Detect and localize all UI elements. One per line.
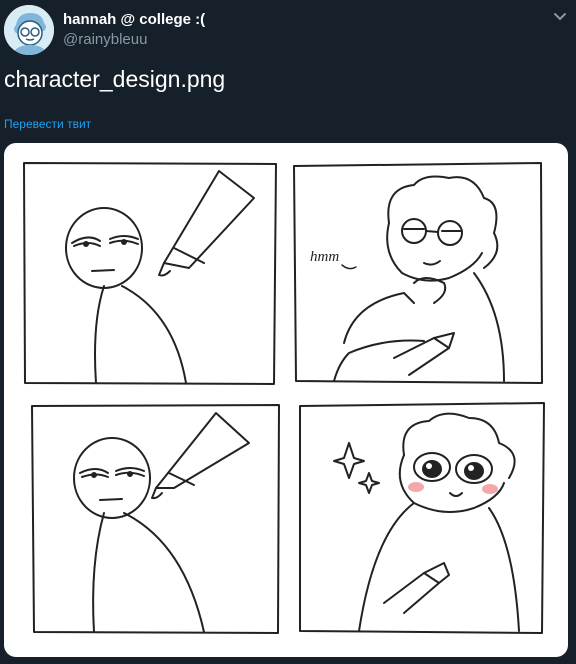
chevron-down-icon[interactable] [553, 12, 567, 22]
author-name[interactable]: hannah @ college :( [63, 11, 205, 28]
blush-left [408, 482, 424, 492]
panel-2-caption: hmm [310, 249, 339, 265]
tweet-image[interactable]: hmm [4, 143, 568, 657]
comic-panel-1 [23, 162, 277, 385]
avatar[interactable] [4, 5, 54, 55]
blush-right [482, 484, 498, 494]
author-handle[interactable]: @rainybleuu [63, 31, 147, 48]
avatar-drawing [4, 5, 54, 55]
comic-image: hmm [23, 162, 545, 634]
comic-panel-3 [31, 404, 280, 634]
translate-tweet-link[interactable]: Перевести твит [4, 117, 91, 131]
comic-panel-2 [293, 162, 543, 384]
tweet-text: character_design.png [4, 66, 226, 92]
comic-panel-4 [299, 402, 545, 634]
